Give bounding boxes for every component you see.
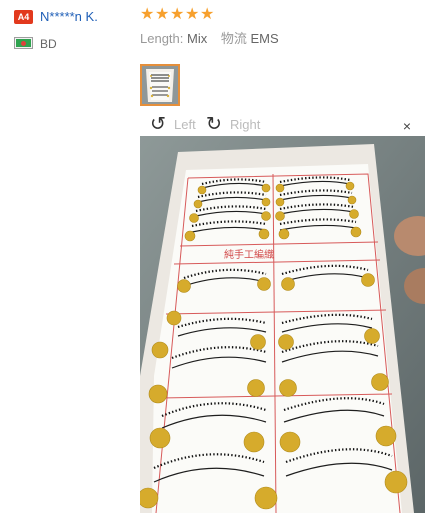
reviewer-country: BD <box>40 37 57 51</box>
review-photo-thumbnail[interactable] <box>140 64 180 106</box>
rotate-left-button[interactable]: Left <box>174 118 196 132</box>
level-badge: A4 <box>14 10 33 24</box>
star-icon: ★ <box>185 6 200 23</box>
close-icon[interactable]: × <box>400 119 414 133</box>
product-attributes: Length: Mix 物流 EMS <box>140 31 279 46</box>
box-label: 純手工編織 <box>224 248 274 261</box>
star-rating: ★ ★ ★ ★ ★ <box>140 7 214 25</box>
star-icon: ★ <box>140 6 155 23</box>
shipping-label: 物流 <box>220 31 247 46</box>
eyelash-box-photo: 純手工編織 <box>140 136 425 513</box>
image-viewer-toolbar: ↺ Left ↻ Right × <box>140 114 418 136</box>
rotate-left-icon[interactable]: ↺ <box>150 115 166 134</box>
rotate-right-button[interactable]: Right <box>230 118 260 132</box>
review-photo-large: 純手工編織 <box>140 136 425 513</box>
rotate-right-icon[interactable]: ↻ <box>206 115 222 134</box>
star-icon: ★ <box>170 6 185 23</box>
length-value: Mix <box>187 31 208 46</box>
shipping-value: EMS <box>250 31 279 46</box>
thumbnail-image <box>142 66 178 104</box>
length-label: Length: <box>140 31 184 46</box>
star-icon: ★ <box>155 6 170 23</box>
country-flag-icon <box>14 37 33 49</box>
reviewer-name[interactable]: N*****n K. <box>40 9 98 24</box>
star-icon: ★ <box>200 6 215 23</box>
